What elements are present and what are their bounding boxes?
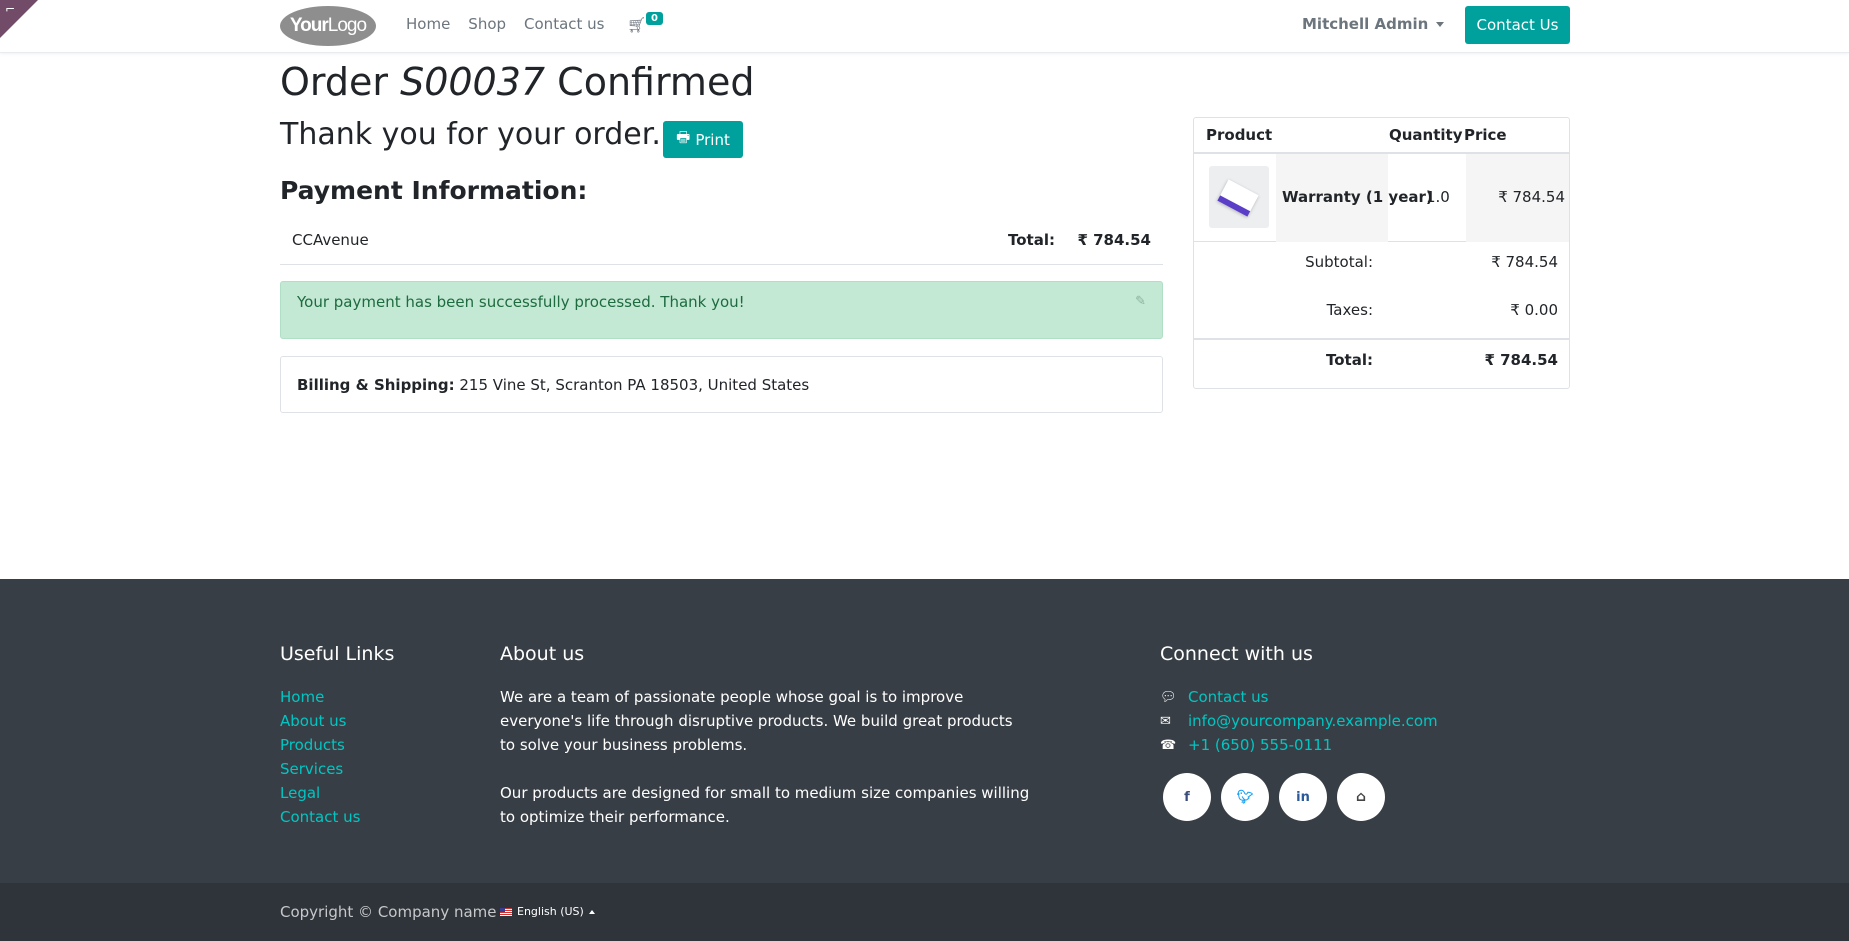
product-price: ₹ 784.54 — [1498, 188, 1565, 206]
corner-arrow-icon: ⌐ — [5, 2, 16, 16]
thank-you-heading: Thank you for your order. — [280, 117, 661, 152]
site-footer: Useful Links Home About us Products Serv… — [0, 579, 1849, 883]
payment-method: CCAvenue — [292, 231, 369, 249]
order-number: S00037 — [400, 60, 546, 104]
billing-address: 215 Vine St, Scranton PA 18503, United S… — [454, 376, 810, 394]
cart-icon[interactable]: 🛒︎ — [627, 16, 646, 34]
connect-phone-link[interactable]: +1 (650) 555-0111 — [1188, 736, 1332, 754]
useful-links-list: Home About us Products Services Legal Co… — [280, 685, 360, 829]
pencil-icon[interactable]: ✎ — [1135, 294, 1146, 309]
connect-email-link[interactable]: info@yourcompany.example.com — [1188, 712, 1438, 730]
connect-contact-link[interactable]: Contact us — [1188, 688, 1268, 706]
taxes-row: Taxes: ₹ 0.00 — [1326, 301, 1558, 319]
total-row: Total: ₹ 784.54 — [1194, 338, 1569, 379]
caret-down-icon — [1436, 22, 1445, 27]
footer-link-home[interactable]: Home — [280, 685, 360, 709]
home-icon[interactable]: ⌂ — [1337, 773, 1385, 821]
comment-icon: 💬︎ — [1160, 689, 1177, 705]
payment-row: CCAvenue Total: ₹ 784.54 — [280, 224, 1163, 265]
footer-link-legal[interactable]: Legal — [280, 781, 360, 805]
top-navbar: Your Logo Home Shop Contact us 🛒︎ 0 Mitch… — [0, 0, 1849, 53]
product-image — [1209, 166, 1269, 228]
copyright-bar: Copyright © Company name English (US) — [0, 883, 1849, 941]
order-summary-table: Product Quantity Price Warranty (1 year)… — [1193, 117, 1570, 389]
subtotal-row: Subtotal: ₹ 784.54 — [1305, 253, 1558, 271]
user-menu[interactable]: Mitchell Admin — [1302, 15, 1445, 33]
print-button[interactable]: 🖶 Print — [663, 121, 743, 158]
envelope-icon: ✉ — [1160, 713, 1171, 729]
company-logo[interactable]: Your Logo — [280, 6, 376, 46]
payment-total-value: ₹ 784.54 — [1077, 231, 1151, 249]
contact-us-button[interactable]: Contact Us — [1465, 6, 1570, 44]
footer-link-about[interactable]: About us — [280, 709, 360, 733]
col-price: Price — [1464, 126, 1507, 144]
col-product: Product — [1206, 126, 1273, 144]
about-text: We are a team of passionate people whose… — [500, 688, 1030, 826]
product-name: Warranty (1 year) — [1282, 188, 1433, 206]
payment-info-heading: Payment Information: — [280, 176, 588, 205]
nav-shop[interactable]: Shop — [459, 15, 515, 33]
cart-count-badge: 0 — [646, 12, 663, 25]
footer-link-products[interactable]: Products — [280, 733, 360, 757]
billing-label: Billing & Shipping: — [297, 376, 455, 394]
payment-total-label: Total: — [1008, 231, 1055, 249]
billing-shipping-card: Billing & Shipping: 215 Vine St, Scranto… — [280, 356, 1163, 413]
main-nav: Home Shop Contact us — [406, 15, 613, 33]
page-title: Order S00037 Confirmed — [280, 60, 755, 104]
phone-icon: ☎ — [1160, 737, 1177, 753]
social-links: f 🐦︎ in ⌂ — [1163, 773, 1385, 821]
payment-success-alert: Your payment has been successfully proce… — [280, 281, 1163, 339]
us-flag-icon — [500, 907, 512, 916]
facebook-icon[interactable]: f — [1163, 773, 1211, 821]
summary-header: Product Quantity Price — [1194, 118, 1569, 154]
col-quantity: Quantity — [1389, 126, 1463, 144]
footer-link-services[interactable]: Services — [280, 757, 360, 781]
about-title: About us — [500, 643, 585, 665]
nav-contact[interactable]: Contact us — [515, 15, 613, 33]
language-selector[interactable]: English (US) — [500, 905, 595, 918]
footer-link-contact[interactable]: Contact us — [280, 805, 360, 829]
printer-icon: 🖶 — [676, 128, 691, 146]
caret-up-icon — [588, 909, 595, 914]
linkedin-icon[interactable]: in — [1279, 773, 1327, 821]
twitter-icon[interactable]: 🐦︎ — [1221, 773, 1269, 821]
table-row: Warranty (1 year) 1.0 ₹ 784.54 — [1194, 154, 1569, 242]
connect-title: Connect with us — [1160, 643, 1313, 665]
product-quantity: 1.0 — [1426, 188, 1450, 206]
connect-list: 💬︎ Contact us ✉ info@yourcompany.example.c… — [1160, 685, 1438, 757]
copyright-text: Copyright © Company name — [280, 903, 497, 921]
useful-links-title: Useful Links — [280, 643, 395, 665]
nav-home[interactable]: Home — [406, 15, 459, 33]
